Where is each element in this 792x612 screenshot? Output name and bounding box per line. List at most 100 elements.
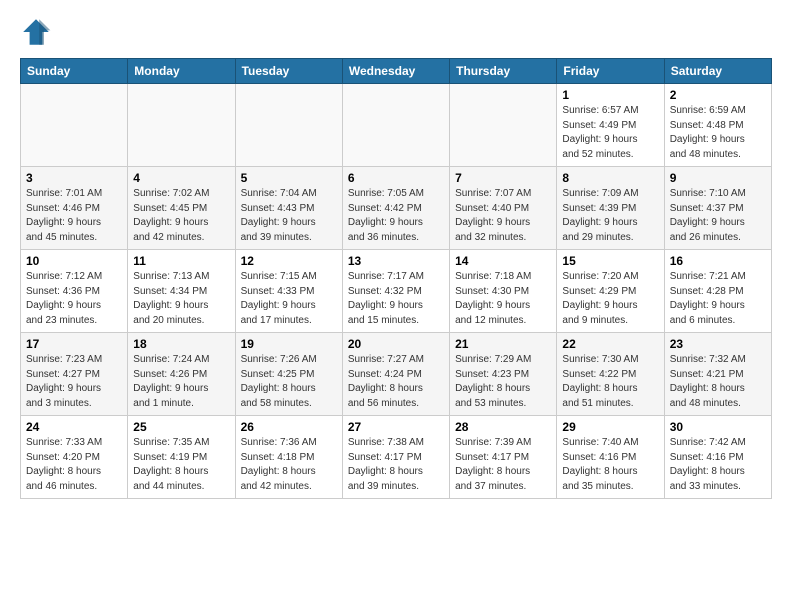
calendar-cell <box>450 84 557 167</box>
day-info: Sunrise: 6:59 AM Sunset: 4:48 PM Dayligh… <box>670 104 766 162</box>
calendar-cell: 4 Sunrise: 7:02 AM Sunset: 4:45 PM Daylig… <box>128 167 235 250</box>
calendar-cell: 22 Sunrise: 7:30 AM Sunset: 4:22 PM Dayli… <box>557 333 664 416</box>
calendar-cell: 30 Sunrise: 7:42 AM Sunset: 4:16 PM Dayli… <box>664 416 771 499</box>
calendar-cell <box>128 84 235 167</box>
day-info: Sunrise: 7:35 AM Sunset: 4:19 PM Dayligh… <box>133 436 229 494</box>
calendar-header-row: SundayMondayTuesdayWednesdayThursdayFrid… <box>21 59 772 84</box>
day-header-saturday: Saturday <box>664 59 771 84</box>
day-number: 12 <box>241 254 337 268</box>
day-info: Sunrise: 7:02 AM Sunset: 4:45 PM Dayligh… <box>133 187 229 245</box>
calendar-cell: 1 Sunrise: 6:57 AM Sunset: 4:49 PM Daylig… <box>557 84 664 167</box>
calendar-cell <box>342 84 449 167</box>
day-info: Sunrise: 7:32 AM Sunset: 4:21 PM Dayligh… <box>670 353 766 411</box>
calendar-cell: 11 Sunrise: 7:13 AM Sunset: 4:34 PM Dayli… <box>128 250 235 333</box>
day-number: 29 <box>562 420 658 434</box>
day-info: Sunrise: 7:17 AM Sunset: 4:32 PM Dayligh… <box>348 270 444 328</box>
logo <box>20 16 56 48</box>
day-number: 19 <box>241 337 337 351</box>
calendar-week-3: 17 Sunrise: 7:23 AM Sunset: 4:27 PM Dayli… <box>21 333 772 416</box>
day-info: Sunrise: 7:13 AM Sunset: 4:34 PM Dayligh… <box>133 270 229 328</box>
calendar-cell: 18 Sunrise: 7:24 AM Sunset: 4:26 PM Dayli… <box>128 333 235 416</box>
calendar-cell: 13 Sunrise: 7:17 AM Sunset: 4:32 PM Dayli… <box>342 250 449 333</box>
day-header-wednesday: Wednesday <box>342 59 449 84</box>
day-info: Sunrise: 7:27 AM Sunset: 4:24 PM Dayligh… <box>348 353 444 411</box>
day-info: Sunrise: 7:20 AM Sunset: 4:29 PM Dayligh… <box>562 270 658 328</box>
day-info: Sunrise: 7:09 AM Sunset: 4:39 PM Dayligh… <box>562 187 658 245</box>
calendar-cell: 23 Sunrise: 7:32 AM Sunset: 4:21 PM Dayli… <box>664 333 771 416</box>
day-header-monday: Monday <box>128 59 235 84</box>
calendar-cell: 6 Sunrise: 7:05 AM Sunset: 4:42 PM Daylig… <box>342 167 449 250</box>
day-number: 7 <box>455 171 551 185</box>
day-number: 6 <box>348 171 444 185</box>
calendar-cell: 5 Sunrise: 7:04 AM Sunset: 4:43 PM Daylig… <box>235 167 342 250</box>
calendar-cell: 19Sunrise: 7:26 AM Sunset: 4:25 PM Dayli… <box>235 333 342 416</box>
calendar-cell <box>21 84 128 167</box>
day-info: Sunrise: 7:01 AM Sunset: 4:46 PM Dayligh… <box>26 187 122 245</box>
day-info: Sunrise: 7:23 AM Sunset: 4:27 PM Dayligh… <box>26 353 122 411</box>
calendar-cell: 8 Sunrise: 7:09 AM Sunset: 4:39 PM Daylig… <box>557 167 664 250</box>
calendar-cell: 20 Sunrise: 7:27 AM Sunset: 4:24 PM Dayli… <box>342 333 449 416</box>
day-number: 23 <box>670 337 766 351</box>
calendar-cell: 15Sunrise: 7:20 AM Sunset: 4:29 PM Dayli… <box>557 250 664 333</box>
day-number: 13 <box>348 254 444 268</box>
calendar-cell: 14 Sunrise: 7:18 AM Sunset: 4:30 PM Dayli… <box>450 250 557 333</box>
day-info: Sunrise: 7:29 AM Sunset: 4:23 PM Dayligh… <box>455 353 551 411</box>
day-number: 24 <box>26 420 122 434</box>
day-info: Sunrise: 7:05 AM Sunset: 4:42 PM Dayligh… <box>348 187 444 245</box>
day-info: Sunrise: 7:38 AM Sunset: 4:17 PM Dayligh… <box>348 436 444 494</box>
page: SundayMondayTuesdayWednesdayThursdayFrid… <box>0 0 792 515</box>
calendar-cell: 9Sunrise: 7:10 AM Sunset: 4:37 PM Daylig… <box>664 167 771 250</box>
day-number: 21 <box>455 337 551 351</box>
day-info: Sunrise: 7:24 AM Sunset: 4:26 PM Dayligh… <box>133 353 229 411</box>
day-number: 1 <box>562 88 658 102</box>
calendar-cell: 12 Sunrise: 7:15 AM Sunset: 4:33 PM Dayli… <box>235 250 342 333</box>
day-info: Sunrise: 6:57 AM Sunset: 4:49 PM Dayligh… <box>562 104 658 162</box>
day-info: Sunrise: 7:15 AM Sunset: 4:33 PM Dayligh… <box>241 270 337 328</box>
calendar-cell: 3 Sunrise: 7:01 AM Sunset: 4:46 PM Daylig… <box>21 167 128 250</box>
day-number: 8 <box>562 171 658 185</box>
day-number: 14 <box>455 254 551 268</box>
calendar-week-4: 24Sunrise: 7:33 AM Sunset: 4:20 PM Dayli… <box>21 416 772 499</box>
calendar-cell <box>235 84 342 167</box>
calendar-table: SundayMondayTuesdayWednesdayThursdayFrid… <box>20 58 772 499</box>
day-number: 26 <box>241 420 337 434</box>
calendar-cell: 2 Sunrise: 6:59 AM Sunset: 4:48 PM Daylig… <box>664 84 771 167</box>
calendar-week-0: 1 Sunrise: 6:57 AM Sunset: 4:49 PM Daylig… <box>21 84 772 167</box>
day-info: Sunrise: 7:04 AM Sunset: 4:43 PM Dayligh… <box>241 187 337 245</box>
day-number: 2 <box>670 88 766 102</box>
day-info: Sunrise: 7:30 AM Sunset: 4:22 PM Dayligh… <box>562 353 658 411</box>
day-number: 20 <box>348 337 444 351</box>
header <box>20 16 772 48</box>
calendar-week-1: 3 Sunrise: 7:01 AM Sunset: 4:46 PM Daylig… <box>21 167 772 250</box>
day-number: 16 <box>670 254 766 268</box>
day-number: 4 <box>133 171 229 185</box>
logo-icon <box>20 16 52 48</box>
calendar-cell: 16 Sunrise: 7:21 AM Sunset: 4:28 PM Dayli… <box>664 250 771 333</box>
day-info: Sunrise: 7:36 AM Sunset: 4:18 PM Dayligh… <box>241 436 337 494</box>
day-number: 22 <box>562 337 658 351</box>
day-info: Sunrise: 7:40 AM Sunset: 4:16 PM Dayligh… <box>562 436 658 494</box>
day-info: Sunrise: 7:18 AM Sunset: 4:30 PM Dayligh… <box>455 270 551 328</box>
calendar-cell: 17 Sunrise: 7:23 AM Sunset: 4:27 PM Dayli… <box>21 333 128 416</box>
day-header-sunday: Sunday <box>21 59 128 84</box>
calendar-cell: 25Sunrise: 7:35 AM Sunset: 4:19 PM Dayli… <box>128 416 235 499</box>
day-number: 5 <box>241 171 337 185</box>
day-info: Sunrise: 7:21 AM Sunset: 4:28 PM Dayligh… <box>670 270 766 328</box>
day-info: Sunrise: 7:12 AM Sunset: 4:36 PM Dayligh… <box>26 270 122 328</box>
calendar-cell: 29 Sunrise: 7:40 AM Sunset: 4:16 PM Dayli… <box>557 416 664 499</box>
day-info: Sunrise: 7:39 AM Sunset: 4:17 PM Dayligh… <box>455 436 551 494</box>
calendar-cell: 28 Sunrise: 7:39 AM Sunset: 4:17 PM Dayli… <box>450 416 557 499</box>
day-info: Sunrise: 7:10 AM Sunset: 4:37 PM Dayligh… <box>670 187 766 245</box>
day-number: 28 <box>455 420 551 434</box>
day-number: 17 <box>26 337 122 351</box>
day-info: Sunrise: 7:42 AM Sunset: 4:16 PM Dayligh… <box>670 436 766 494</box>
day-number: 11 <box>133 254 229 268</box>
calendar-cell: 26 Sunrise: 7:36 AM Sunset: 4:18 PM Dayli… <box>235 416 342 499</box>
day-number: 10 <box>26 254 122 268</box>
day-header-tuesday: Tuesday <box>235 59 342 84</box>
day-number: 18 <box>133 337 229 351</box>
day-number: 30 <box>670 420 766 434</box>
day-number: 27 <box>348 420 444 434</box>
calendar-week-2: 10 Sunrise: 7:12 AM Sunset: 4:36 PM Dayli… <box>21 250 772 333</box>
day-number: 3 <box>26 171 122 185</box>
